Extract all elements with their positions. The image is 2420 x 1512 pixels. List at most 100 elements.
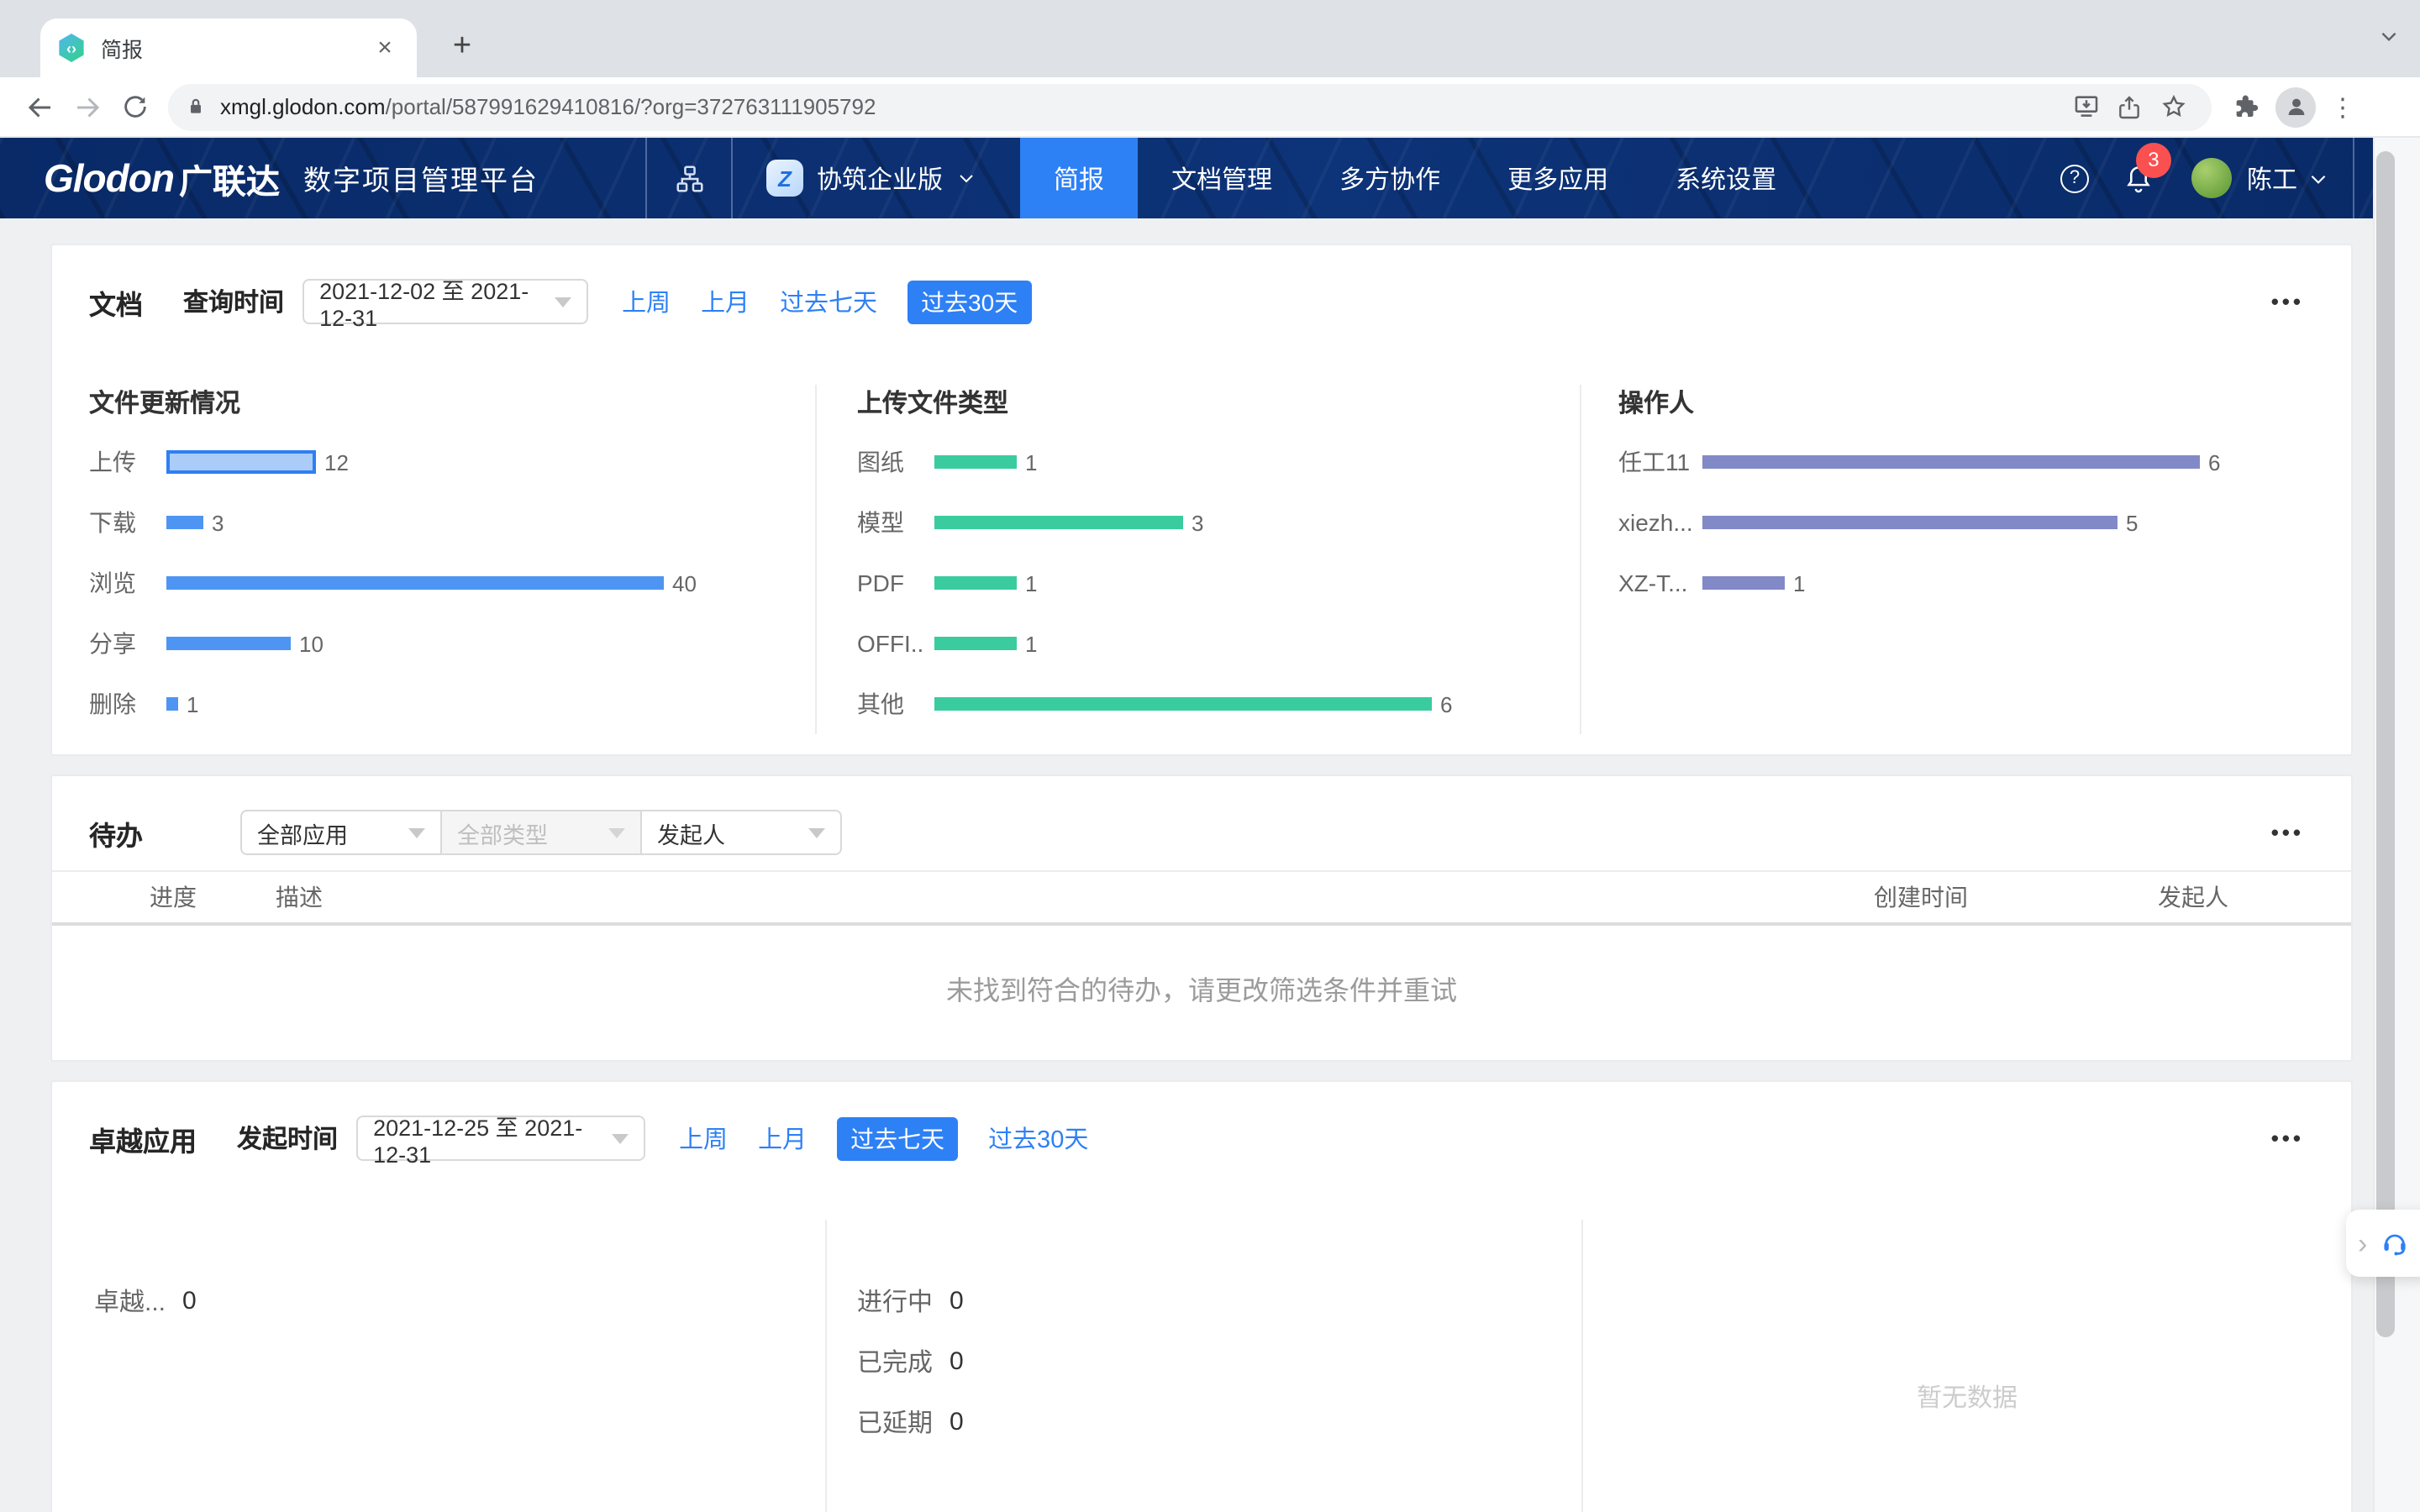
excellence-empty-col: 暂无数据 (1583, 1220, 2351, 1512)
panel-title: 待办 (89, 812, 143, 853)
bar-OFFI...[interactable] (934, 637, 1017, 650)
date-range-value: 2021-12-02 至 2021-12-31 (319, 272, 555, 331)
bar-category-label: OFFI... (857, 630, 924, 657)
stat-label: 已延期 (857, 1404, 933, 1439)
bar-其他[interactable] (934, 697, 1432, 711)
chart-title: 上传文件类型 (857, 385, 1580, 418)
bar-浏览[interactable] (166, 576, 664, 590)
bar-PDF[interactable] (934, 576, 1017, 590)
more-options-button[interactable]: ••• (2271, 820, 2304, 845)
nav-item-系统设置[interactable]: 系统设置 (1642, 138, 1810, 218)
bar-模型[interactable] (934, 516, 1183, 529)
browser-menu-kebab-icon[interactable]: ⋮ (2323, 92, 2363, 122)
todo-empty-state: 未找到符合的待办，请更改筛选条件并重试 (52, 926, 2351, 1060)
notifications-bell-icon[interactable]: 3 (2123, 162, 2154, 194)
tab-search-chevron-icon[interactable] (2378, 25, 2400, 47)
bar-分享[interactable] (166, 637, 291, 650)
bar-category-label: XZ-T... (1618, 570, 1692, 596)
nav-item-简报[interactable]: 简报 (1020, 138, 1138, 218)
user-avatar[interactable] (2191, 158, 2232, 198)
filter-select-全部应用[interactable]: 全部应用 (240, 810, 442, 855)
no-data-text: 暂无数据 (1917, 1384, 2018, 1413)
chart-bar-row: 其他6 (857, 674, 1580, 734)
reload-button-icon[interactable] (111, 83, 158, 130)
stat-value: 0 (950, 1286, 964, 1315)
excellence-apps-panel: 卓越应用 发起时间 2021-12-25 至 2021-12-31 上周上月过去… (50, 1080, 2353, 1512)
install-app-icon[interactable] (2064, 85, 2107, 129)
address-bar[interactable]: xmgl.glodon.com/portal/587991629410816/?… (168, 83, 2212, 130)
quick-filter-上月[interactable]: 上月 (758, 1121, 807, 1156)
date-range-picker[interactable]: 2021-12-02 至 2021-12-31 (302, 279, 588, 324)
glodon-logo: Glodon (44, 155, 174, 201)
browser-window: ‹› 简报 × + xmgl.glodon.com/portal/5879916… (0, 0, 2420, 1512)
excellence-content: 卓越... 0 进行中0已完成0已延期0 暂无数据 (52, 1220, 2351, 1512)
stat-label: 卓越... (94, 1283, 166, 1318)
caret-down-icon (808, 827, 825, 837)
todo-panel: 待办 全部应用全部类型发起人 ••• 进度描述创建时间发起人 未找到符合的待办，… (50, 774, 2353, 1062)
column-header-创建时间: 创建时间 (1874, 880, 1968, 914)
bar-下载[interactable] (166, 516, 203, 529)
quick-filter-过去30天[interactable]: 过去30天 (908, 280, 1031, 323)
scrollbar-thumb[interactable] (2376, 151, 2395, 1337)
bar-category-label: 下载 (89, 506, 156, 539)
chart-bar-row: 浏览40 (89, 553, 815, 613)
help-icon[interactable]: ? (2060, 164, 2089, 192)
back-button-icon[interactable] (17, 83, 64, 130)
quick-filter-过去30天[interactable]: 过去30天 (988, 1121, 1088, 1156)
quick-filter-上月[interactable]: 上月 (701, 284, 750, 319)
todo-panel-header: 待办 全部应用全部类型发起人 ••• (89, 810, 2304, 855)
bookmark-star-icon[interactable] (2151, 85, 2195, 129)
bar-图纸[interactable] (934, 455, 1017, 469)
filter-select-发起人[interactable]: 发起人 (640, 810, 842, 855)
nav-item-文档管理[interactable]: 文档管理 (1138, 138, 1306, 218)
stat-row-已延期: 已延期0 (857, 1391, 1581, 1452)
extensions-puzzle-icon[interactable] (2222, 83, 2269, 130)
todo-table-header: 进度描述创建时间发起人 (52, 870, 2351, 926)
bar-删除[interactable] (166, 697, 178, 711)
quick-filter-过去七天[interactable]: 过去七天 (780, 284, 877, 319)
caret-down-icon (608, 827, 625, 837)
bar-value: 1 (1793, 570, 1805, 596)
bar-XZ-T...[interactable] (1702, 576, 1785, 590)
bar-xiezh...[interactable] (1702, 516, 2118, 529)
chart-bar-row: xiezh...5 (1618, 492, 2351, 553)
page-scrollbar[interactable] (2373, 138, 2420, 1512)
nav-item-多方协作[interactable]: 多方协作 (1306, 138, 1474, 218)
headset-support-icon[interactable] (2379, 1228, 2409, 1258)
bar-上传[interactable] (166, 450, 316, 474)
org-structure-icon[interactable] (647, 138, 731, 218)
browser-profile-avatar[interactable] (2275, 87, 2316, 127)
nav-item-更多应用[interactable]: 更多应用 (1474, 138, 1642, 218)
more-options-button[interactable]: ••• (2271, 289, 2304, 314)
bar-value: 6 (2208, 449, 2220, 475)
more-options-button[interactable]: ••• (2271, 1126, 2304, 1151)
filter-select-label: 发起人 (657, 816, 725, 849)
quick-filter-过去七天[interactable]: 过去七天 (837, 1116, 958, 1160)
workspace-label: 协筑企业版 (817, 160, 943, 196)
quick-filter-上周[interactable]: 上周 (622, 284, 671, 319)
share-icon[interactable] (2107, 85, 2151, 129)
bar-category-label: 图纸 (857, 445, 924, 479)
workspace-switcher[interactable]: Z 协筑企业版 (733, 138, 1003, 218)
new-tab-button[interactable]: + (440, 25, 484, 69)
bar-category-label: PDF (857, 570, 924, 596)
stat-row-进行中: 进行中0 (857, 1270, 1581, 1331)
forward-button-icon[interactable] (64, 83, 111, 130)
bar-任工11[interactable] (1702, 455, 2200, 469)
support-widget[interactable]: › (2346, 1210, 2420, 1277)
stat-row: 卓越... 0 (94, 1270, 825, 1331)
chevron-right-icon[interactable]: › (2358, 1229, 2367, 1257)
date-range-picker[interactable]: 2021-12-25 至 2021-12-31 (356, 1116, 645, 1161)
bar-category-label: 任工11 (1618, 445, 1692, 479)
charts-row: 文件更新情况上传12下载3浏览40分享10删除1上传文件类型图纸1模型3PDF1… (52, 385, 2351, 754)
portal-page: 文档 查询时间 2021-12-02 至 2021-12-31 上周上月过去七天… (0, 218, 2420, 1512)
quick-filter-上周[interactable]: 上周 (679, 1121, 728, 1156)
tab-close-icon[interactable]: × (370, 33, 400, 63)
bar-category-label: 分享 (89, 627, 156, 660)
bar-category-label: 其他 (857, 687, 924, 721)
chart-bar-row: XZ-T... 1 (1618, 553, 2351, 613)
navbar-right: ? 3 陈工 (2060, 138, 2420, 218)
user-name[interactable]: 陈工 (2247, 160, 2297, 196)
column-header-发起人: 发起人 (2158, 880, 2228, 914)
browser-tab[interactable]: ‹› 简报 × (40, 18, 417, 77)
